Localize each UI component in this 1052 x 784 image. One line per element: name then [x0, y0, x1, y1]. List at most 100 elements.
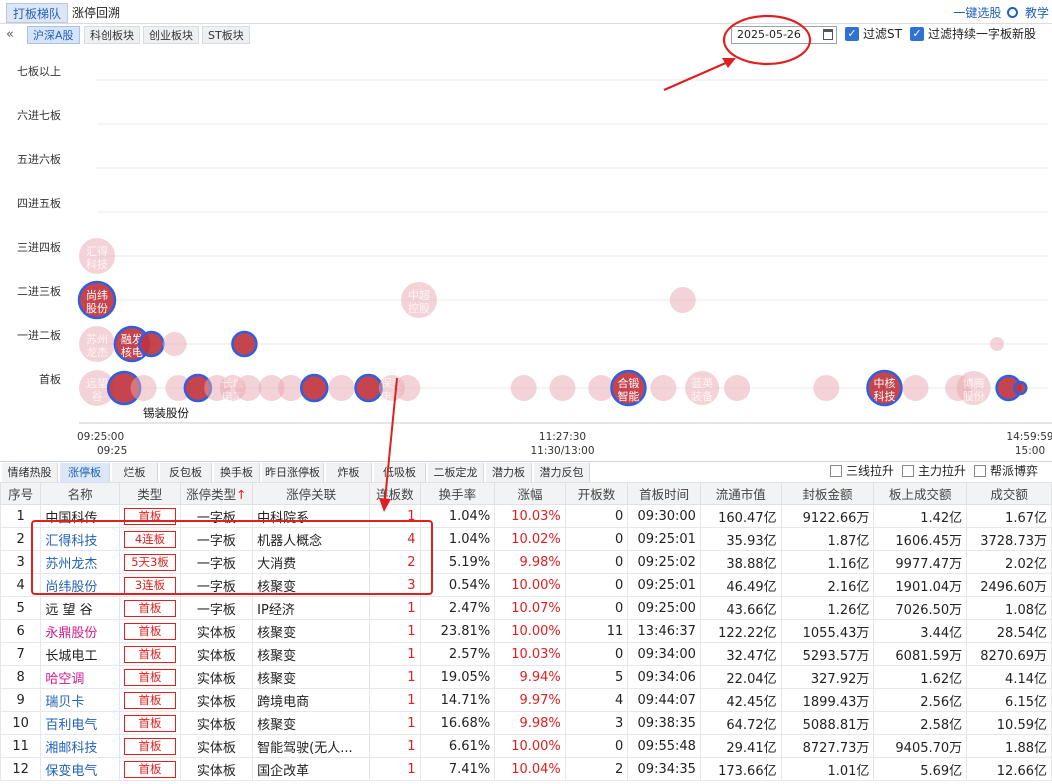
first-limit-time-cell: 09:34:06: [627, 665, 701, 689]
tab-star-market[interactable]: 科创板块: [84, 26, 140, 44]
table-row[interactable]: 2 汇得科技 4连板 一字板 机器人概念 4 1.04% 10.02% 0 09:25:01 35.…: [0, 527, 1052, 551]
table-row[interactable]: 10 百利电气 首板 实体板 核聚变 1 16.68% 9.98% 3 09:38:35 64.72…: [0, 711, 1052, 735]
change-pct-cell: 10.03%: [494, 504, 566, 528]
column-header-9[interactable]: 首板时间: [627, 482, 701, 505]
three-line-checkbox[interactable]: [830, 465, 842, 477]
bubble: [724, 375, 751, 401]
table-row[interactable]: 4 尚纬股份 3连板 一字板 核聚变 3 0.54% 10.00% 0 09:25:01 46.49…: [0, 573, 1052, 597]
float-market-cap-cell: 42.45亿: [699, 688, 782, 712]
option-faction[interactable]: 帮派博弈: [974, 463, 1038, 479]
stock-name-cell[interactable]: 保变电气: [40, 757, 121, 781]
stock-name-cell[interactable]: 百利电气: [40, 711, 121, 735]
filter-st-label: 过滤ST: [863, 27, 902, 41]
bubble: [354, 373, 383, 403]
stock-name-cell[interactable]: 瑞贝卡: [40, 688, 121, 712]
float-market-cap-cell: 22.04亿: [699, 665, 782, 689]
stock-name-cell[interactable]: 湘邮科技: [40, 734, 121, 758]
filter-new-stock-checkbox[interactable]: ✓: [910, 27, 924, 41]
stock-name-cell[interactable]: 苏州龙杰: [40, 550, 121, 574]
table-row[interactable]: 8 哈空调 首板 实体板 核聚变 1 19.05% 9.94% 5 09:34:06 22.04亿 3…: [0, 665, 1052, 689]
seal-amount-cell: 1.01亿: [780, 757, 875, 781]
table-row[interactable]: 11 湘邮科技 首板 实体板 智能驾驶(无人... 1 6.61% 10.00% 0 09:55:…: [0, 734, 1052, 758]
column-header-12[interactable]: 板上成交额: [873, 482, 968, 505]
faction-checkbox[interactable]: [974, 465, 986, 477]
x-tick-sublabel: 11:30/13:00: [530, 445, 594, 457]
list-tab-2[interactable]: 烂板: [112, 463, 158, 482]
column-header-8[interactable]: 开板数: [564, 482, 629, 505]
column-header-6[interactable]: 换手率: [419, 482, 496, 505]
column-header-13[interactable]: 成交额: [966, 482, 1052, 505]
tab-chinext[interactable]: 创业板块: [143, 26, 199, 44]
row-number-cell: 3: [0, 550, 42, 574]
column-header-4[interactable]: 涨停关联: [252, 482, 371, 505]
search-icon[interactable]: [1007, 7, 1019, 18]
column-header-11[interactable]: 封板金额: [780, 482, 875, 505]
on-board-amount-cell: 7026.50万: [873, 596, 968, 620]
column-header-7[interactable]: 涨幅: [494, 482, 566, 505]
list-tab-9[interactable]: 潜力板: [486, 463, 532, 482]
x-tick-label: 11:27:30: [539, 431, 586, 443]
list-tab-3[interactable]: 反包板: [160, 463, 212, 482]
bubble-label: 远望: [86, 377, 108, 390]
tab-st[interactable]: ST板块: [202, 26, 250, 44]
type-badge: 首板: [124, 760, 177, 778]
column-header-label: 类型: [137, 487, 163, 502]
stock-pick-link[interactable]: 一键选股: [953, 4, 1001, 21]
list-tab-1[interactable]: 涨停板: [60, 463, 110, 482]
stock-name-cell[interactable]: 中国科传: [40, 504, 121, 528]
stock-name-cell[interactable]: 哈空调: [40, 665, 121, 689]
bubble: [902, 375, 929, 401]
first-limit-time-cell: 09:44:07: [627, 688, 701, 712]
seal-amount-cell: 1899.43万: [780, 688, 875, 712]
list-tab-4[interactable]: 换手板: [214, 463, 260, 482]
stock-name-cell[interactable]: 远 望 谷: [40, 596, 121, 620]
tutorial-link[interactable]: 教学: [1025, 4, 1049, 21]
bubble-label: 龙杰: [86, 346, 108, 359]
stock-name-cell[interactable]: 汇得科技: [40, 527, 121, 551]
stock-name-cell[interactable]: 永鼎股份: [40, 619, 121, 643]
table-row[interactable]: 9 瑞贝卡 首板 实体板 跨境电商 1 14.71% 9.97% 4 09:44:07 42.45亿…: [0, 688, 1052, 712]
first-limit-time-cell: 09:55:48: [627, 734, 701, 758]
list-tab-0[interactable]: 情绪热股: [2, 463, 58, 482]
column-header-3[interactable]: 涨停类型↑: [179, 482, 254, 505]
list-tab-7[interactable]: 低吸板: [374, 463, 426, 482]
limit-type-cell: 一字板: [179, 527, 254, 551]
column-header-0[interactable]: 序号: [0, 482, 42, 505]
table-row[interactable]: 7 长城电工 首板 实体板 核聚变 1 2.57% 10.03% 0 09:34:00 32.47亿…: [0, 642, 1052, 666]
column-header-10[interactable]: 流通市值: [699, 482, 782, 505]
table-row[interactable]: 6 永鼎股份 首板 实体板 核聚变 1 23.81% 10.00% 11 13:46:37 122.…: [0, 619, 1052, 643]
limit-relation-cell: 核聚变: [252, 642, 371, 666]
column-header-label: 板上成交额: [889, 487, 952, 502]
table-row[interactable]: 3 苏州龙杰 5天3板 一字板 大消费 2 5.19% 9.98% 0 09:25:02 38.88…: [0, 550, 1052, 574]
tab-limit-review[interactable]: 涨停回溯: [66, 3, 126, 23]
tab-limit-ladder[interactable]: 打板梯队: [6, 3, 69, 23]
collapse-icon[interactable]: «: [6, 27, 14, 42]
stock-name-cell[interactable]: 尚纬股份: [40, 573, 121, 597]
change-pct-cell: 9.94%: [494, 665, 566, 689]
main-force-checkbox[interactable]: [902, 465, 914, 477]
seal-amount-cell: 2.16亿: [780, 573, 875, 597]
column-header-2[interactable]: 类型: [119, 482, 181, 505]
on-board-amount-cell: 9977.47万: [873, 550, 968, 574]
column-header-1[interactable]: 名称: [40, 482, 121, 505]
list-tab-6[interactable]: 炸板: [326, 463, 372, 482]
list-tab-10[interactable]: 潜力反包: [534, 463, 590, 482]
stock-name-cell[interactable]: 长城电工: [40, 642, 121, 666]
column-header-5[interactable]: 连板数: [369, 482, 421, 505]
option-three-line[interactable]: 三线拉升: [830, 463, 894, 479]
list-tab-5[interactable]: 昨日涨停板: [262, 463, 324, 482]
calendar-icon[interactable]: [823, 29, 833, 40]
filter-st-checkbox[interactable]: ✓: [845, 27, 859, 41]
option-main-force[interactable]: 主力拉升: [902, 463, 966, 479]
change-pct-cell: 9.98%: [494, 550, 566, 574]
table-row[interactable]: 1 中国科传 首板 一字板 中科院系 1 1.04% 10.03% 0 09:30:00 160.4…: [0, 504, 1052, 528]
table-row[interactable]: 12 保变电气 首板 实体板 国企改革 1 7.41% 10.04% 2 09:34:35 173.…: [0, 757, 1052, 781]
date-picker-input[interactable]: 2025-05-26: [731, 26, 837, 44]
table-row[interactable]: 5远 望 谷首板 一字板 IP经济 1 2.47% 10.07% 0 09:25:00 43.6…: [0, 596, 1052, 620]
list-tab-8[interactable]: 二板定龙: [428, 463, 484, 482]
y-axis-label: 六进七板: [17, 108, 61, 122]
streak-count-cell: 4: [369, 527, 421, 551]
tab-shsz-a[interactable]: 沪深A股: [27, 26, 80, 44]
hover-label: 锡装股份: [143, 406, 189, 420]
bubble-label: 蓝英: [691, 376, 713, 390]
